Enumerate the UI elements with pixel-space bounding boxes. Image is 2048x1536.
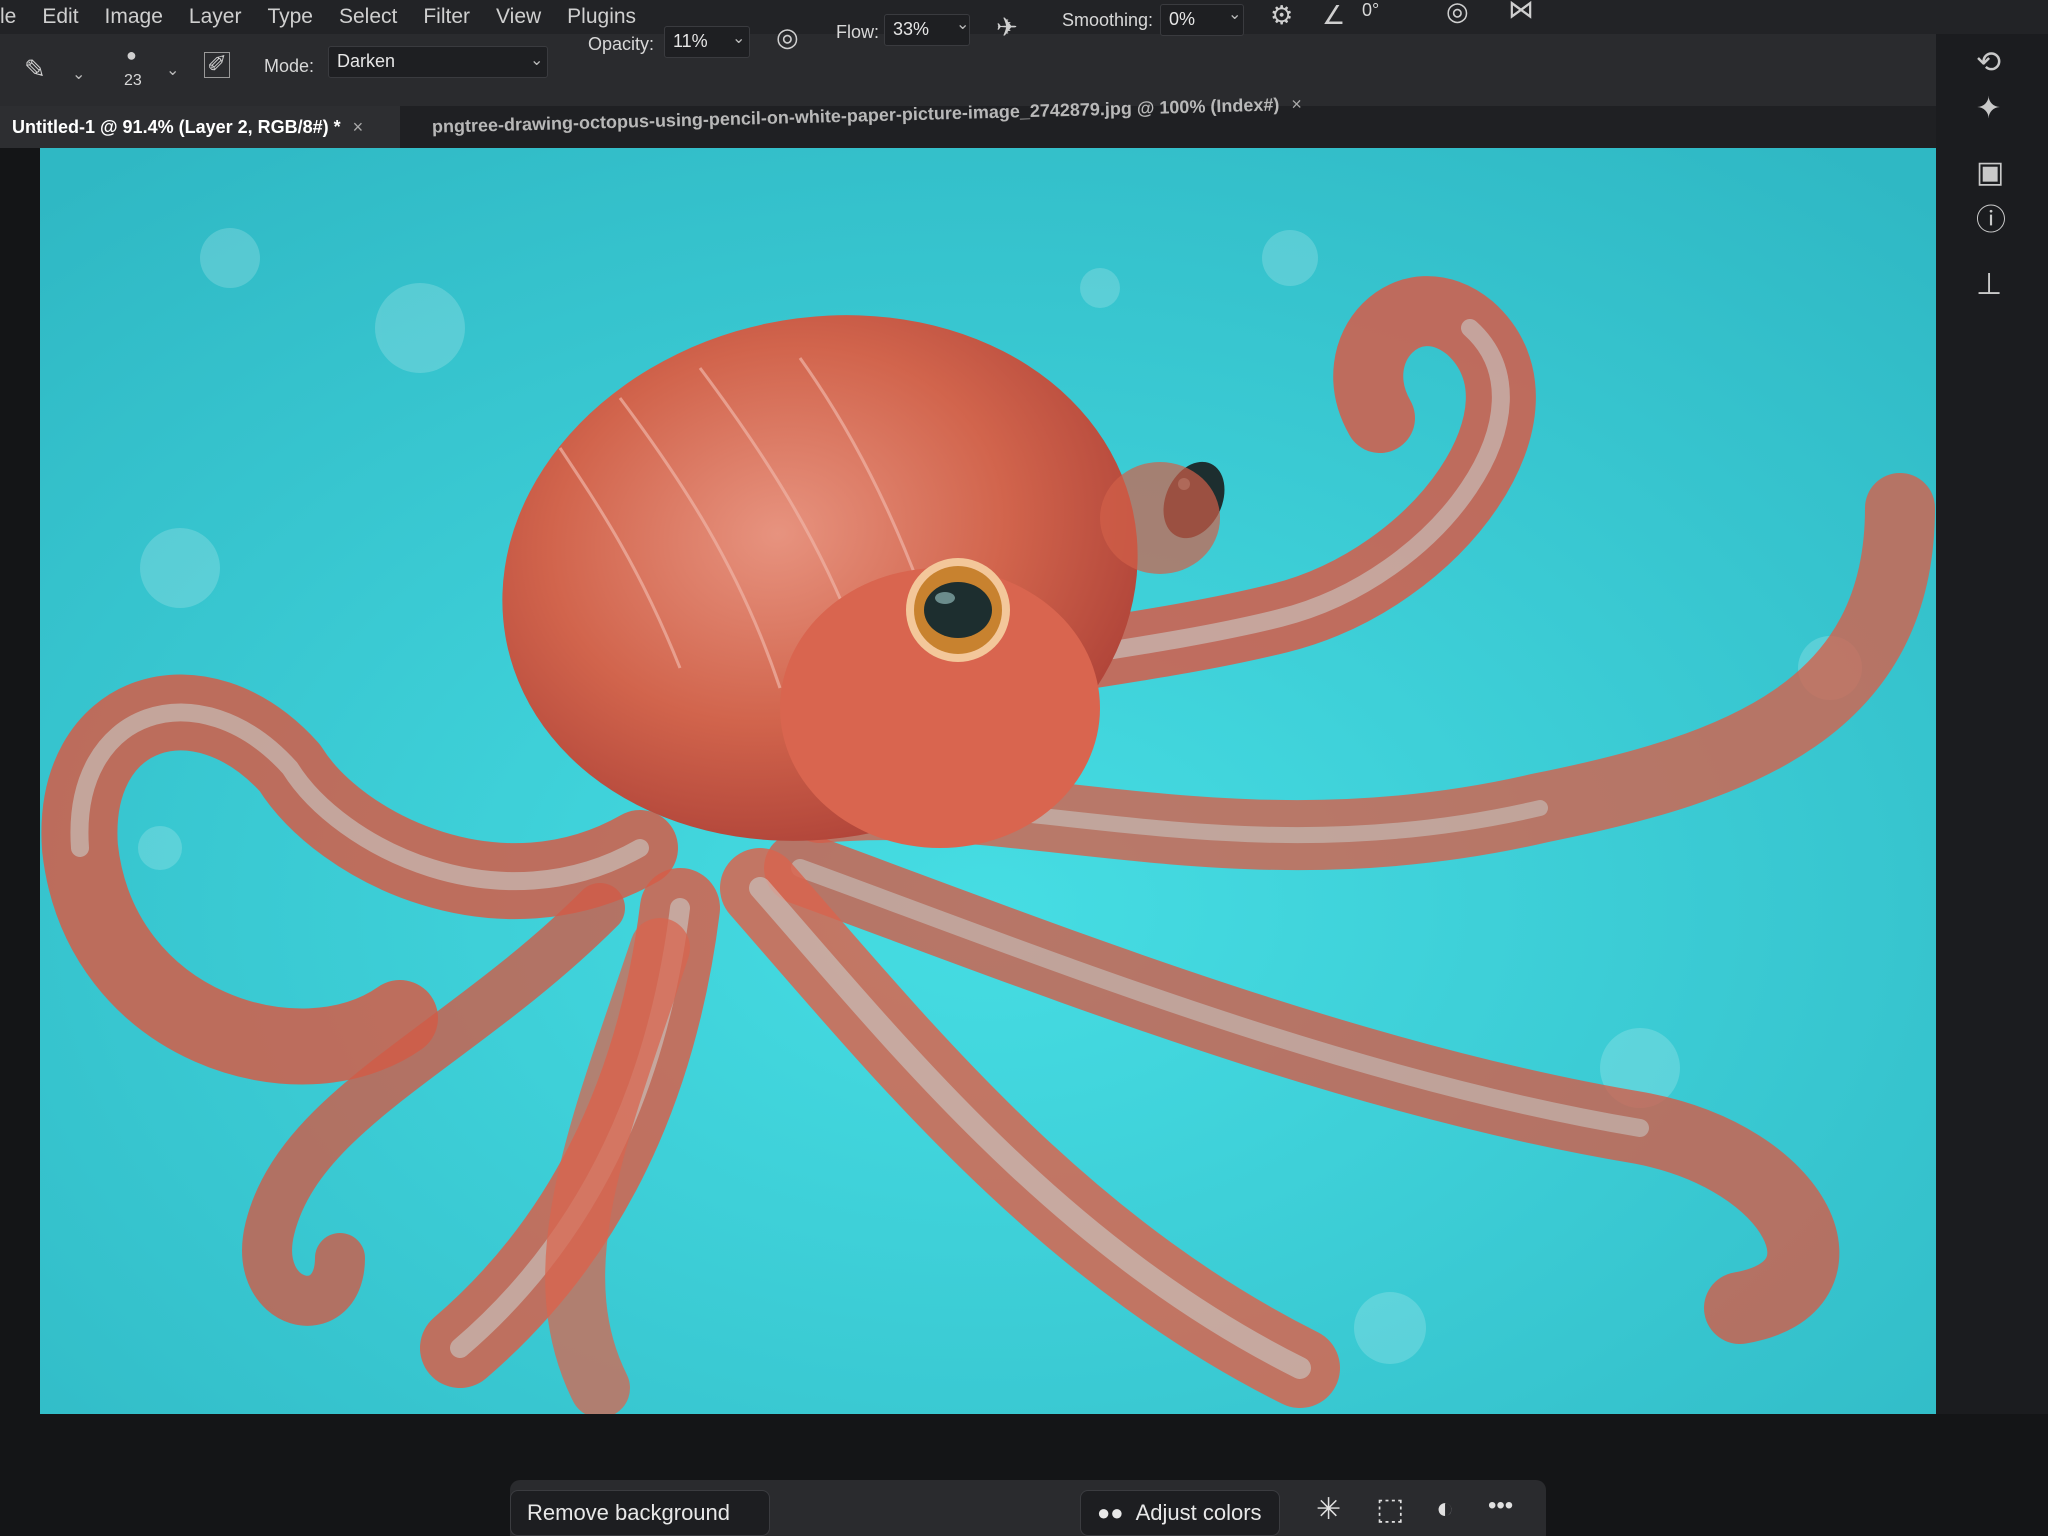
mode-label: Mode: xyxy=(264,56,315,76)
chevron-down-icon[interactable]: ⌄ xyxy=(72,64,85,84)
brush-tip-icon[interactable]: ● xyxy=(126,46,137,64)
library-icon[interactable]: ▣ xyxy=(1976,158,2004,188)
transform-icon[interactable]: ⬚ xyxy=(1376,1492,1404,1527)
menu-plugins[interactable]: Plugins xyxy=(567,5,636,29)
menu-select[interactable]: Select xyxy=(339,5,397,29)
angle-icon[interactable]: ∠ xyxy=(1322,2,1345,28)
chevron-down-icon[interactable]: ⌄ xyxy=(1228,4,1241,24)
octopus-painting xyxy=(40,148,1936,1414)
right-panel-toolbar: ⟲ ✦ ▣ ⓘ ⊥ xyxy=(1936,34,2048,1414)
smoothing-label: Smoothing: xyxy=(1062,10,1154,30)
adjust-colors-button[interactable]: ●● Adjust colors xyxy=(1080,1490,1280,1536)
menu-view[interactable]: View xyxy=(496,5,541,29)
menu-edit[interactable]: Edit xyxy=(42,5,78,29)
document-tabs: Untitled-1 @ 91.4% (Layer 2, RGB/8#) * ×… xyxy=(0,93,1936,148)
airbrush-icon[interactable]: ✈ xyxy=(996,14,1018,40)
menu-bar: le Edit Image Layer Type Select Filter V… xyxy=(0,0,2048,34)
close-icon[interactable]: × xyxy=(1291,93,1302,114)
brush-settings-icon[interactable]: ✐ xyxy=(204,52,231,78)
menu-image[interactable]: Image xyxy=(105,5,163,29)
document-canvas[interactable] xyxy=(40,148,1936,1414)
adjust-colors-icon: ●● xyxy=(1097,1500,1124,1525)
mask-icon[interactable]: ◐ xyxy=(1436,1492,1454,1526)
menu-filter[interactable]: Filter xyxy=(423,5,470,29)
chevron-down-icon[interactable]: ⌄ xyxy=(732,28,745,48)
brush-size-value: 23 xyxy=(124,72,142,89)
chevron-down-icon[interactable]: ⌄ xyxy=(166,60,179,80)
symmetry-icon[interactable]: ⋈ xyxy=(1508,0,1534,22)
remove-background-button[interactable]: Remove background xyxy=(510,1490,770,1536)
flow-label: Flow: xyxy=(836,22,880,42)
chevron-down-icon[interactable]: ⌄ xyxy=(530,50,543,70)
brush-icon[interactable]: ✎ xyxy=(24,56,46,82)
menu-file[interactable]: le xyxy=(0,5,16,29)
menu-layer[interactable]: Layer xyxy=(189,5,242,29)
generative-fill-icon[interactable]: ✳ xyxy=(1316,1492,1341,1527)
menu-type[interactable]: Type xyxy=(267,5,313,29)
opacity-label: Opacity: xyxy=(588,34,655,54)
settings-gear-icon[interactable]: ⚙ xyxy=(1270,2,1293,28)
photoshop-window: le Edit Image Layer Type Select Filter V… xyxy=(0,0,2048,1536)
info-icon[interactable]: ⓘ xyxy=(1976,206,2006,236)
contextual-taskbar: Remove background ●● Adjust colors ✳ ⬚ ◐… xyxy=(510,1480,1546,1536)
pressure-icon[interactable]: ◎ xyxy=(776,24,799,50)
tab-untitled-1[interactable]: Untitled-1 @ 91.4% (Layer 2, RGB/8#) * × xyxy=(0,106,400,148)
mode-select[interactable]: Darken xyxy=(328,46,548,78)
close-icon[interactable]: × xyxy=(353,117,364,138)
history-icon[interactable]: ⟲ xyxy=(1976,48,2001,78)
history-icon[interactable]: ◎ xyxy=(1446,0,1469,24)
adjust-colors-label: Adjust colors xyxy=(1135,1500,1262,1525)
remove-background-label: Remove background xyxy=(527,1500,731,1525)
sparkle-icon[interactable]: ✦ xyxy=(1976,94,2001,124)
chevron-down-icon[interactable]: ⌄ xyxy=(956,14,969,34)
stamp-icon[interactable]: ⊥ xyxy=(1976,270,2002,300)
more-options-button[interactable]: ••• xyxy=(1488,1492,1513,1520)
tab-label: Untitled-1 @ 91.4% (Layer 2, RGB/8#) * xyxy=(12,116,341,137)
angle-value[interactable]: 0° xyxy=(1362,0,1379,21)
